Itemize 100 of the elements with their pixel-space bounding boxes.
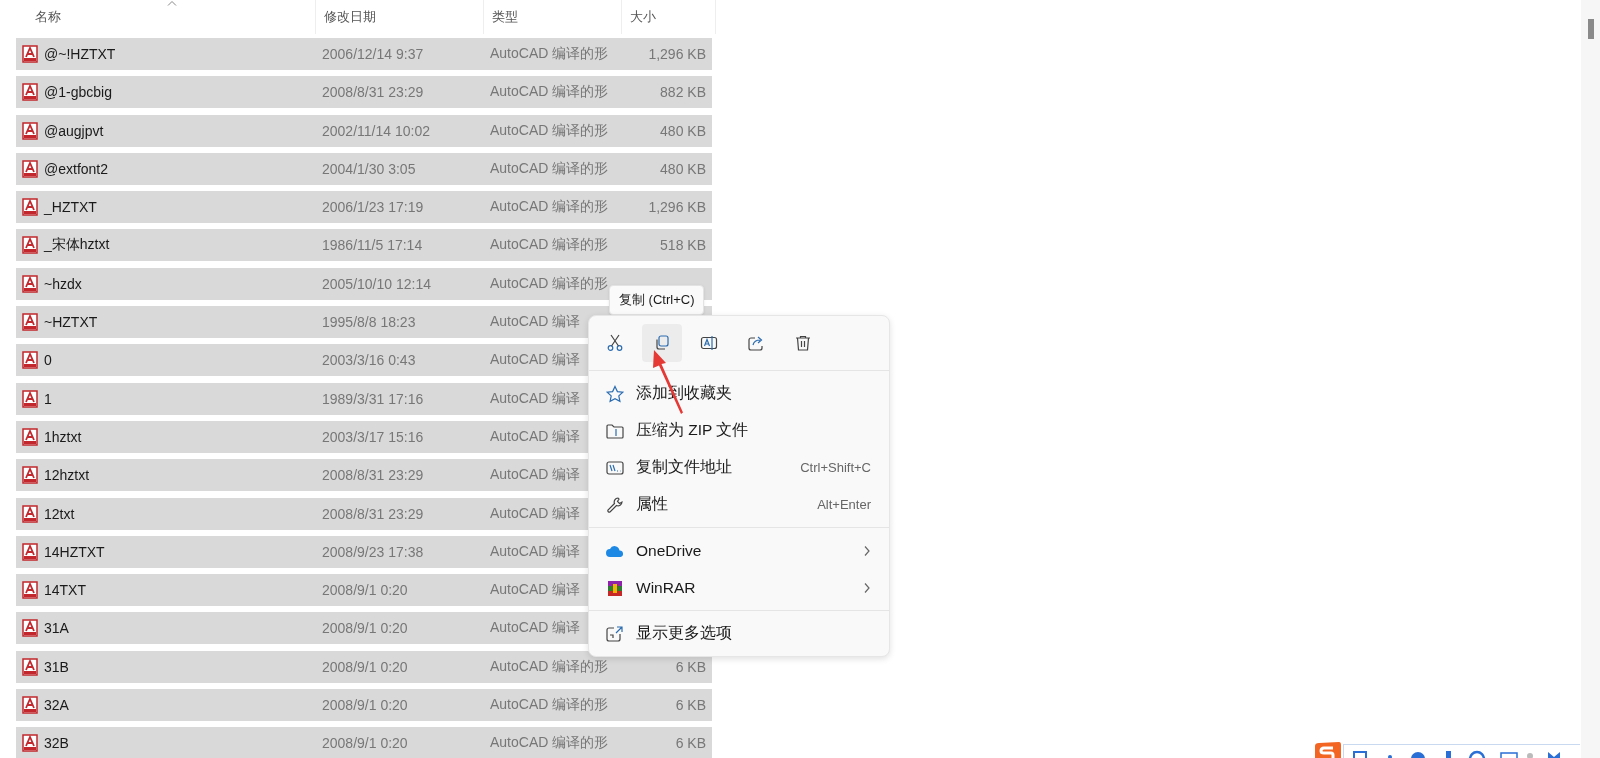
file-date: 1986/11/5 17:14 [322, 237, 423, 254]
file-name: 31A [44, 620, 69, 637]
column-header[interactable]: 修改日期 [316, 0, 484, 34]
file-type: AutoCAD 编译 [490, 466, 581, 483]
autocad-file-icon [22, 657, 38, 676]
copy-icon [653, 334, 671, 352]
file-row[interactable]: 32A 2008/9/1 0:20 AutoCAD 编译的形 6 KB [16, 689, 712, 722]
file-date: 2008/9/23 17:38 [322, 543, 424, 560]
file-name: 32B [44, 735, 69, 752]
file-name: 32A [44, 697, 69, 714]
copy-button[interactable] [642, 324, 682, 362]
file-size: 480 KB [660, 122, 706, 139]
file-row[interactable]: 31B 2008/9/1 0:20 AutoCAD 编译的形 6 KB [16, 650, 712, 683]
column-header[interactable]: 大小 [622, 0, 716, 34]
file-row[interactable]: @extfont2 2004/1/30 3:05 AutoCAD 编译的形 480 KB [16, 152, 712, 185]
file-size: 1,296 KB [648, 199, 706, 216]
file-date: 1995/8/8 18:23 [322, 314, 416, 331]
file-date: 2008/9/1 0:20 [322, 620, 408, 637]
file-size: 6 KB [675, 697, 706, 714]
file-type: AutoCAD 编译的形 [490, 696, 609, 713]
file-size: 480 KB [660, 160, 706, 177]
tooltip: 复制 (Ctrl+C) [609, 285, 705, 315]
scissors-icon [606, 334, 624, 352]
autocad-file-icon [22, 274, 38, 293]
autocad-file-icon [22, 83, 38, 102]
file-name: 14TXT [44, 582, 86, 599]
autocad-file-icon [22, 696, 38, 715]
file-name: _宋体hztxt [44, 236, 110, 255]
file-type: AutoCAD 编译的形 [490, 236, 609, 253]
file-name: 14HZTXT [44, 543, 105, 560]
file-name: 12hztxt [44, 467, 90, 484]
file-row[interactable]: 32B 2008/9/1 0:20 AutoCAD 编译的形 6 KB [16, 727, 712, 758]
file-date: 2008/8/31 23:29 [322, 467, 424, 484]
file-type: AutoCAD 编译的形 [490, 121, 609, 138]
file-date: 2005/10/10 12:14 [322, 275, 431, 292]
file-date: 2008/9/1 0:20 [322, 697, 408, 714]
autocad-file-icon [22, 198, 38, 217]
share-icon [747, 334, 765, 352]
file-name: @1-gbcbig [44, 84, 112, 101]
wrench-icon [605, 495, 625, 514]
autocad-file-icon [22, 466, 38, 485]
file-row[interactable]: _HZTXT 2006/1/23 17:19 AutoCAD 编译的形 1,296 KB [16, 191, 712, 224]
autocad-file-icon [22, 542, 38, 561]
file-type: AutoCAD 编译 [490, 351, 581, 368]
rename-icon [700, 334, 718, 352]
archive-icon [605, 578, 625, 597]
file-row[interactable]: @1-gbcbig 2008/8/31 23:29 AutoCAD 编译的形 882 KB [16, 76, 712, 109]
file-name: ~HZTXT [44, 314, 98, 331]
scrollbar-thumb[interactable] [1588, 19, 1594, 39]
autocad-file-icon [22, 236, 38, 255]
file-name: 31B [44, 658, 69, 675]
file-size: 6 KB [675, 735, 706, 752]
file-date: 2008/8/31 23:29 [322, 505, 424, 522]
scrollbar[interactable] [1581, 0, 1600, 758]
more-options-icon [605, 624, 625, 643]
autocad-file-icon [22, 619, 38, 638]
file-type: AutoCAD 编译 [490, 619, 581, 636]
column-header[interactable]: 名称 [0, 0, 316, 34]
autocad-file-icon [22, 427, 38, 446]
file-type: AutoCAD 编译的形 [490, 274, 609, 291]
column-header[interactable]: 类型 [484, 0, 622, 34]
file-name: 0 [44, 352, 52, 369]
file-type: AutoCAD 编译 [490, 581, 581, 598]
autocad-file-icon [22, 313, 38, 332]
file-size: 6 KB [675, 658, 706, 675]
file-size: 882 KB [660, 84, 706, 101]
file-date: 2003/3/16 0:43 [322, 352, 416, 369]
annotation-arrow [653, 350, 683, 414]
file-name: _HZTXT [44, 199, 97, 216]
file-date: 2006/1/23 17:19 [322, 199, 424, 216]
file-name: 1 [44, 390, 52, 407]
file-name: @augjpvt [44, 122, 104, 139]
file-date: 2003/3/17 15:16 [322, 428, 424, 445]
file-size: 1,296 KB [648, 46, 706, 62]
autocad-file-icon [22, 389, 38, 408]
file-type: AutoCAD 编译的形 [490, 83, 609, 100]
file-type: AutoCAD 编译的形 [490, 159, 609, 176]
file-row[interactable]: _宋体hztxt 1986/11/5 17:14 AutoCAD 编译的形 518 KB [16, 229, 712, 262]
file-name: ~hzdx [44, 275, 82, 292]
file-name: 1hztxt [44, 428, 82, 445]
file-type: AutoCAD 编译 [490, 542, 581, 559]
autocad-file-icon [22, 734, 38, 753]
file-size: 518 KB [660, 237, 706, 254]
file-type: AutoCAD 编译 [490, 313, 581, 330]
file-type: AutoCAD 编译 [490, 504, 581, 521]
star-icon [605, 384, 625, 403]
file-row[interactable]: @~!HZTXT 2006/12/14 9:37 AutoCAD 编译的形 1,296 KB [16, 38, 712, 70]
autocad-file-icon [22, 581, 38, 600]
file-date: 2004/1/30 3:05 [322, 160, 416, 177]
trash-icon [794, 334, 812, 352]
autocad-file-icon [22, 45, 38, 63]
file-date: 2008/9/1 0:20 [322, 582, 408, 599]
file-type: AutoCAD 编译 [490, 427, 581, 444]
autocad-file-icon [22, 504, 38, 523]
shortcut-text: Ctrl+Shift+C [800, 460, 871, 475]
file-name: @extfont2 [44, 160, 109, 177]
file-date: 2002/11/14 10:02 [322, 122, 430, 139]
file-row[interactable]: @augjpvt 2002/11/14 10:02 AutoCAD 编译的形 480 KB [16, 114, 712, 147]
file-type: AutoCAD 编译的形 [490, 657, 609, 674]
file-date: 2008/9/1 0:20 [322, 658, 408, 675]
